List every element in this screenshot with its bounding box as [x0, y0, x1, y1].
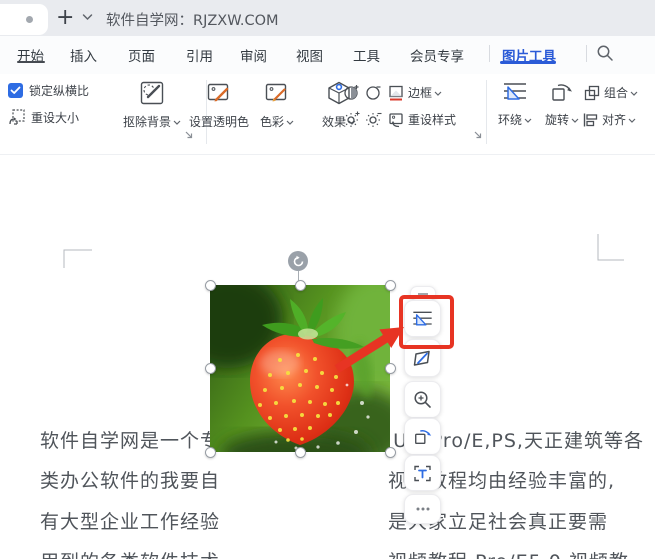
ribbon-separator — [486, 80, 487, 144]
menu-bar: 开始 插入 页面 引用 审阅 视图 工具 会员专享 图片工具 — [0, 36, 655, 75]
rotate-button[interactable]: 旋转 — [541, 80, 583, 128]
brightness-increase-icon[interactable] — [343, 110, 361, 128]
chevron-down-icon — [286, 120, 294, 125]
tab-review[interactable]: 审阅 — [240, 45, 267, 65]
remove-background-button[interactable]: 抠除背景 — [120, 80, 184, 130]
wrap-text-icon — [504, 83, 526, 100]
magnifier-plus-icon — [414, 391, 431, 408]
tab-insert[interactable]: 插入 — [70, 45, 97, 65]
tab-tools[interactable]: 工具 — [353, 45, 380, 65]
resize-handle-top-left[interactable] — [205, 280, 216, 291]
size-group-expand-icon[interactable] — [184, 130, 194, 140]
rotate-icon — [552, 84, 572, 101]
menu-separator — [586, 45, 587, 62]
reset-style-button[interactable]: 重设样式 — [388, 111, 456, 128]
reset-style-icon — [389, 112, 403, 127]
text-line: 用到的各类软件技术视频教程,Pro/E5.0 视频教 — [40, 547, 628, 559]
border-button[interactable]: 边框 — [388, 84, 446, 101]
align-button[interactable]: 对齐 — [582, 111, 640, 128]
text-line: 有大型企业工作经验 是大家立足社会真正要需 — [40, 511, 609, 533]
picture-tools-active-underline — [500, 61, 556, 64]
float-rotate-button[interactable] — [404, 418, 441, 455]
border-icon — [389, 85, 403, 100]
chevron-down-icon — [571, 118, 579, 123]
lock-aspect-label: 锁定纵横比 — [29, 84, 90, 98]
wrap-label: 环绕 — [497, 113, 522, 127]
rotation-handle[interactable] — [288, 251, 308, 271]
annotation-arrow — [334, 327, 404, 373]
lock-aspect-ratio-toggle[interactable]: 锁定纵横比 — [8, 82, 89, 99]
set-transparent-color-button[interactable]: 设置透明色 — [188, 80, 250, 130]
menu-separator — [489, 45, 490, 62]
group-button[interactable]: 组合 — [584, 84, 642, 101]
search-icon[interactable] — [596, 44, 614, 62]
magic-wand-icon — [140, 81, 164, 105]
crop-icon — [413, 350, 430, 366]
tab-reference[interactable]: 引用 — [186, 45, 213, 65]
contrast-decrease-icon[interactable] — [365, 83, 383, 101]
title-bar: + 软件自学网：RJZXW.COM — [0, 0, 655, 36]
reset-size-label: 重设大小 — [31, 110, 80, 125]
picture-tools-ribbon: 锁定纵横比 重设大小 抠除背景 设置透明色 色彩 效果 边框 重设样式 环绕 旋… — [0, 74, 655, 155]
tab-view[interactable]: 视图 — [296, 45, 323, 65]
add-caption-icon — [414, 465, 431, 481]
group-label: 组合 — [604, 86, 629, 100]
contrast-increase-icon[interactable] — [343, 83, 361, 101]
set-transparent-color-label: 设置透明色 — [188, 115, 249, 129]
eyedropper-picture-icon — [207, 83, 229, 102]
chevron-down-icon — [630, 91, 638, 96]
image-group-expand-icon[interactable] — [473, 130, 483, 140]
align-objects-icon — [583, 113, 598, 126]
tab-page[interactable]: 页面 — [128, 45, 155, 65]
float-more-button[interactable] — [404, 494, 441, 524]
resize-handle-bottom-left[interactable] — [205, 447, 216, 458]
resize-handle-bottom-right[interactable] — [385, 447, 396, 458]
reset-size-icon — [9, 109, 25, 125]
chevron-down-icon — [173, 120, 181, 125]
window-title: 软件自学网：RJZXW.COM — [106, 13, 279, 29]
resize-handle-bottom-center[interactable] — [295, 447, 306, 458]
align-label: 对齐 — [602, 113, 627, 127]
float-zoom-button[interactable] — [404, 381, 441, 418]
remove-background-label: 抠除背景 — [122, 115, 171, 129]
tab-member[interactable]: 会员专享 — [410, 45, 464, 65]
color-brush-picture-icon — [265, 83, 287, 102]
resize-handle-top-center[interactable] — [295, 280, 306, 291]
new-tab-button[interactable]: + — [56, 3, 74, 33]
float-caption-button[interactable] — [404, 455, 441, 491]
rotate-icon — [414, 429, 431, 444]
home-tab-underline — [17, 61, 45, 63]
brightness-decrease-icon[interactable] — [365, 110, 383, 128]
rotate-label: 旋转 — [544, 113, 569, 127]
border-label: 边框 — [408, 86, 433, 100]
unsaved-dot-icon — [26, 16, 33, 23]
resize-handle-middle-left[interactable] — [205, 363, 216, 374]
color-button[interactable]: 色彩 — [252, 80, 302, 130]
more-dots-icon — [416, 507, 429, 511]
wps-window: + 软件自学网：RJZXW.COM 开始 插入 页面 引用 审阅 视图 工具 会… — [0, 0, 655, 559]
reset-size-button[interactable]: 重设大小 — [8, 108, 79, 126]
resize-handle-top-right[interactable] — [385, 280, 396, 291]
wrap-text-button[interactable]: 环绕 — [494, 80, 536, 128]
reset-style-label: 重设样式 — [408, 113, 457, 127]
color-label: 色彩 — [259, 115, 284, 129]
group-objects-icon — [584, 85, 600, 100]
text-line: 类办公软件的我要自 视频教程均由经验丰富的, — [40, 470, 616, 492]
chevron-down-icon — [628, 118, 636, 123]
document-tab[interactable] — [0, 4, 48, 35]
checkbox-checked-icon[interactable] — [8, 83, 23, 98]
chevron-down-icon — [524, 118, 532, 123]
tab-list-chevron-icon[interactable] — [82, 13, 93, 21]
chevron-down-icon — [434, 91, 442, 96]
rotate-arrow-icon — [293, 255, 303, 266]
